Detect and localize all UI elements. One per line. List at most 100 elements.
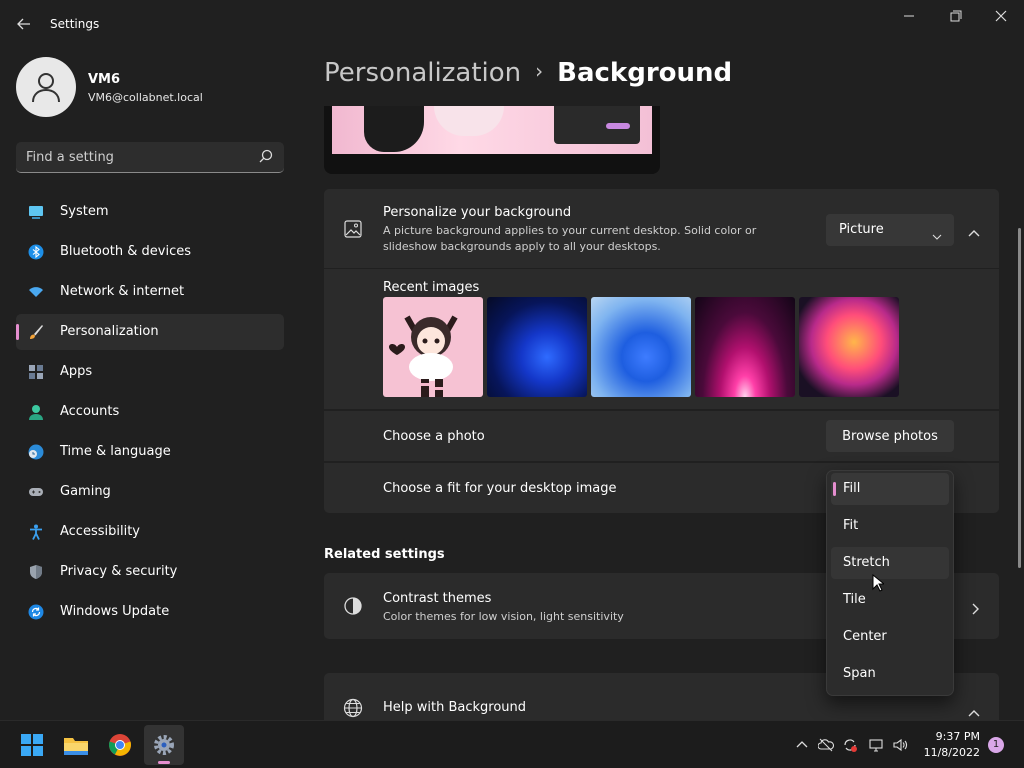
close-button[interactable] [989,8,1013,26]
background-type-value: Picture [839,222,884,237]
sidebar-item-windows-update[interactable]: Windows Update [16,594,284,630]
app-title: Settings [50,17,100,31]
fit-option-center[interactable]: Center [831,621,949,653]
onedrive-icon[interactable] [817,737,835,753]
sidebar-item-label: Network & internet [60,284,185,299]
windows-logo-icon [21,734,43,756]
image-icon [344,220,362,242]
search-box[interactable] [16,142,284,173]
sync-icon[interactable] [842,737,858,753]
accessibility-icon [28,524,44,540]
bluetooth-icon [28,244,44,260]
minimize-button[interactable] [897,8,921,26]
sidebar-item-label: Windows Update [60,604,170,619]
gear-icon [154,735,174,755]
volume-icon[interactable] [892,737,908,753]
breadcrumb-parent[interactable]: Personalization [324,58,521,88]
fit-label: Choose a fit for your desktop image [383,481,617,496]
user-email: VM6@collabnet.local [88,91,203,104]
start-button[interactable] [12,725,52,765]
choose-photo-row: Choose a photo Browse photos [324,411,999,461]
chevron-right-icon [970,600,980,619]
sidebar-item-apps[interactable]: Apps [16,354,284,390]
clock-time: 9:37 PM [935,730,980,743]
sidebar-item-accessibility[interactable]: Accessibility [16,514,284,550]
network-monitor-icon[interactable] [868,737,884,753]
wifi-icon [28,284,44,300]
fit-option-fill[interactable]: Fill [831,473,949,505]
chevron-down-icon [932,226,942,245]
fit-option-label: Span [843,666,876,681]
brush-icon [28,324,44,340]
choose-photo-label: Choose a photo [383,429,485,444]
scrollbar[interactable] [1018,228,1021,568]
contrast-icon [344,597,362,619]
monitor-icon [28,204,44,220]
fit-option-label: Fill [843,481,861,496]
sidebar-item-accounts[interactable]: Accounts [16,394,284,430]
taskbar-clock[interactable]: 9:37 PM 11/8/2022 [920,729,980,761]
sidebar-item-label: Bluetooth & devices [60,244,191,259]
clock-date: 11/8/2022 [923,746,980,759]
title-bar: Settings [0,0,1024,48]
fit-option-span[interactable]: Span [831,658,949,690]
search-input[interactable] [26,148,246,166]
restore-button[interactable] [943,8,967,26]
taskbar: 9:37 PM 11/8/2022 1 [0,720,1024,768]
folder-icon [64,738,88,755]
personalize-title: Personalize your background [383,205,572,220]
contrast-themes-description: Color themes for low vision, light sensi… [383,610,624,623]
sidebar-item-label: Time & language [60,444,171,459]
fit-option-stretch[interactable]: Stretch [831,547,949,579]
sidebar-item-label: Personalization [60,324,159,339]
sidebar-item-label: Apps [60,364,93,379]
recent-images-label: Recent images [383,280,480,295]
personalize-description: A picture background applies to your cur… [383,224,757,253]
person-icon [28,404,44,420]
recent-image-4[interactable] [695,297,795,397]
preview-accent-bar [606,123,630,129]
taskbar-settings[interactable] [144,725,184,765]
page-title: Background [557,58,733,88]
browse-photos-button[interactable]: Browse photos [826,420,954,452]
recent-image-1[interactable] [383,297,483,397]
sidebar-item-gaming[interactable]: Gaming [16,474,284,510]
apps-icon [28,364,44,380]
fit-option-label: Center [843,629,887,644]
fit-dropdown-menu: Fill Fit Stretch Tile Center Span [826,470,954,696]
anime-girl-icon [389,315,458,397]
sidebar-item-bluetooth[interactable]: Bluetooth & devices [16,234,284,270]
fit-option-tile[interactable]: Tile [831,584,949,616]
personalize-background-card: Personalize your background A picture ba… [324,189,999,268]
user-name: VM6 [88,72,121,87]
person-icon [32,73,60,103]
background-type-select[interactable]: Picture [826,214,954,246]
sidebar-item-personalization[interactable]: Personalization [16,314,284,350]
fit-option-label: Fit [843,518,859,533]
sidebar-item-system[interactable]: System [16,194,284,230]
taskbar-file-explorer[interactable] [56,725,96,765]
breadcrumb-separator: › [535,59,544,83]
recent-image-2[interactable] [487,297,587,397]
fit-option-fit[interactable]: Fit [831,510,949,542]
sidebar-item-label: Accounts [60,404,120,419]
help-title: Help with Background [383,700,527,715]
taskbar-chrome[interactable] [100,725,140,765]
notification-badge[interactable]: 1 [988,737,1004,753]
chevron-up-icon[interactable] [794,737,810,753]
shield-icon [28,564,44,580]
chevron-up-icon[interactable] [967,223,981,242]
avatar[interactable] [16,57,76,117]
breadcrumb: Personalization › Background [324,58,732,94]
recent-image-5[interactable] [799,297,899,397]
update-icon [28,604,44,620]
back-arrow-icon[interactable] [14,14,34,34]
sidebar-item-privacy[interactable]: Privacy & security [16,554,284,590]
preview-window [554,106,640,144]
sidebar-item-time-language[interactable]: Time & language [16,434,284,470]
fit-option-label: Stretch [843,555,890,570]
recent-image-3[interactable] [591,297,691,397]
gamepad-icon [28,484,44,500]
sidebar-item-network[interactable]: Network & internet [16,274,284,310]
search-icon[interactable] [258,149,274,169]
